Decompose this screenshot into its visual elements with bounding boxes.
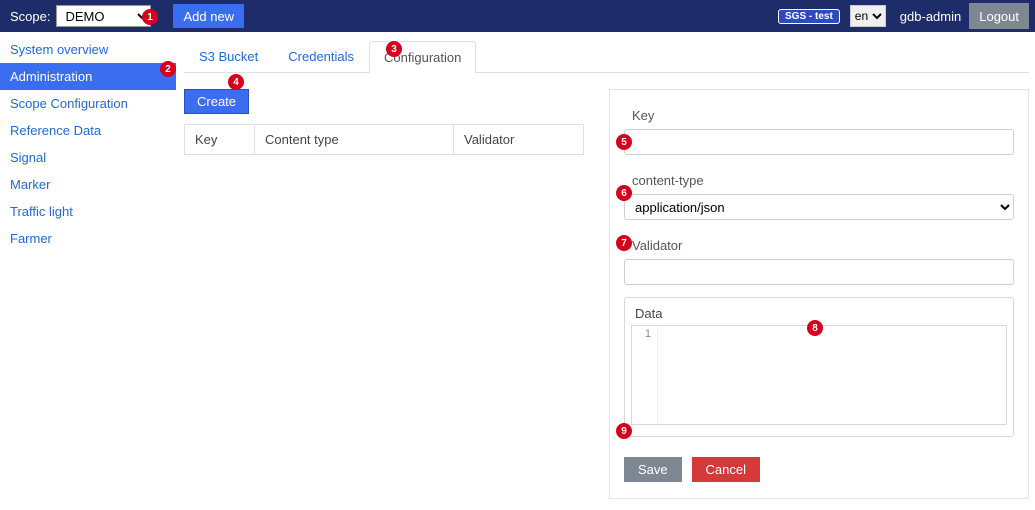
user-label: gdb-admin: [900, 9, 961, 24]
content-area: S3 Bucket Credentials Configuration Crea…: [176, 32, 1035, 510]
key-field-label: Key: [632, 108, 1014, 123]
logout-button[interactable]: Logout: [969, 3, 1029, 29]
sidebar-item-reference-data[interactable]: Reference Data: [0, 117, 176, 144]
tab-credentials[interactable]: Credentials: [273, 40, 369, 72]
sidebar-item-administration[interactable]: Administration: [0, 63, 176, 90]
annotation-marker-6: 6: [616, 185, 632, 201]
config-list-panel: Create Key Content type Validator: [184, 89, 584, 499]
col-validator: Validator: [454, 125, 584, 155]
tab-configuration[interactable]: Configuration: [369, 41, 476, 73]
annotation-marker-5: 5: [616, 134, 632, 150]
app-badge: SGS - test: [778, 9, 840, 24]
annotation-marker-9: 9: [616, 423, 632, 439]
config-form-panel: Key content-type application/json Valida…: [609, 89, 1029, 499]
key-field[interactable]: [624, 129, 1014, 155]
sidebar-item-signal[interactable]: Signal: [0, 144, 176, 171]
content-type-label: content-type: [632, 173, 1014, 188]
sidebar-item-system-overview[interactable]: System overview: [0, 36, 176, 63]
cancel-button[interactable]: Cancel: [692, 457, 760, 482]
sidebar-item-traffic-light[interactable]: Traffic light: [0, 198, 176, 225]
code-gutter: 1: [632, 326, 658, 424]
add-new-button[interactable]: Add new: [173, 4, 244, 28]
annotation-marker-2: 2: [160, 61, 176, 77]
tab-s3-bucket[interactable]: S3 Bucket: [184, 40, 273, 72]
sidebar: System overview Administration Scope Con…: [0, 32, 176, 510]
content-type-select[interactable]: application/json: [624, 194, 1014, 220]
scope-select[interactable]: DEMO: [56, 5, 151, 27]
create-button[interactable]: Create: [184, 89, 249, 114]
save-button[interactable]: Save: [624, 457, 682, 482]
language-select[interactable]: en: [850, 5, 886, 27]
code-textarea[interactable]: [658, 326, 1006, 424]
col-key: Key: [185, 125, 255, 155]
col-content-type: Content type: [255, 125, 454, 155]
annotation-marker-1: 1: [142, 9, 158, 25]
sidebar-item-farmer[interactable]: Farmer: [0, 225, 176, 252]
sidebar-item-marker[interactable]: Marker: [0, 171, 176, 198]
scope-label: Scope:: [10, 9, 50, 24]
annotation-marker-7: 7: [616, 235, 632, 251]
config-table: Key Content type Validator: [184, 124, 584, 155]
validator-label: Validator: [632, 238, 1014, 253]
annotation-marker-8: 8: [807, 320, 823, 336]
data-editor-box: Data 1: [624, 297, 1014, 437]
sidebar-item-scope-configuration[interactable]: Scope Configuration: [0, 90, 176, 117]
tab-bar: S3 Bucket Credentials Configuration: [184, 40, 1029, 73]
annotation-marker-4: 4: [228, 74, 244, 90]
validator-field[interactable]: [624, 259, 1014, 285]
annotation-marker-3: 3: [386, 41, 402, 57]
